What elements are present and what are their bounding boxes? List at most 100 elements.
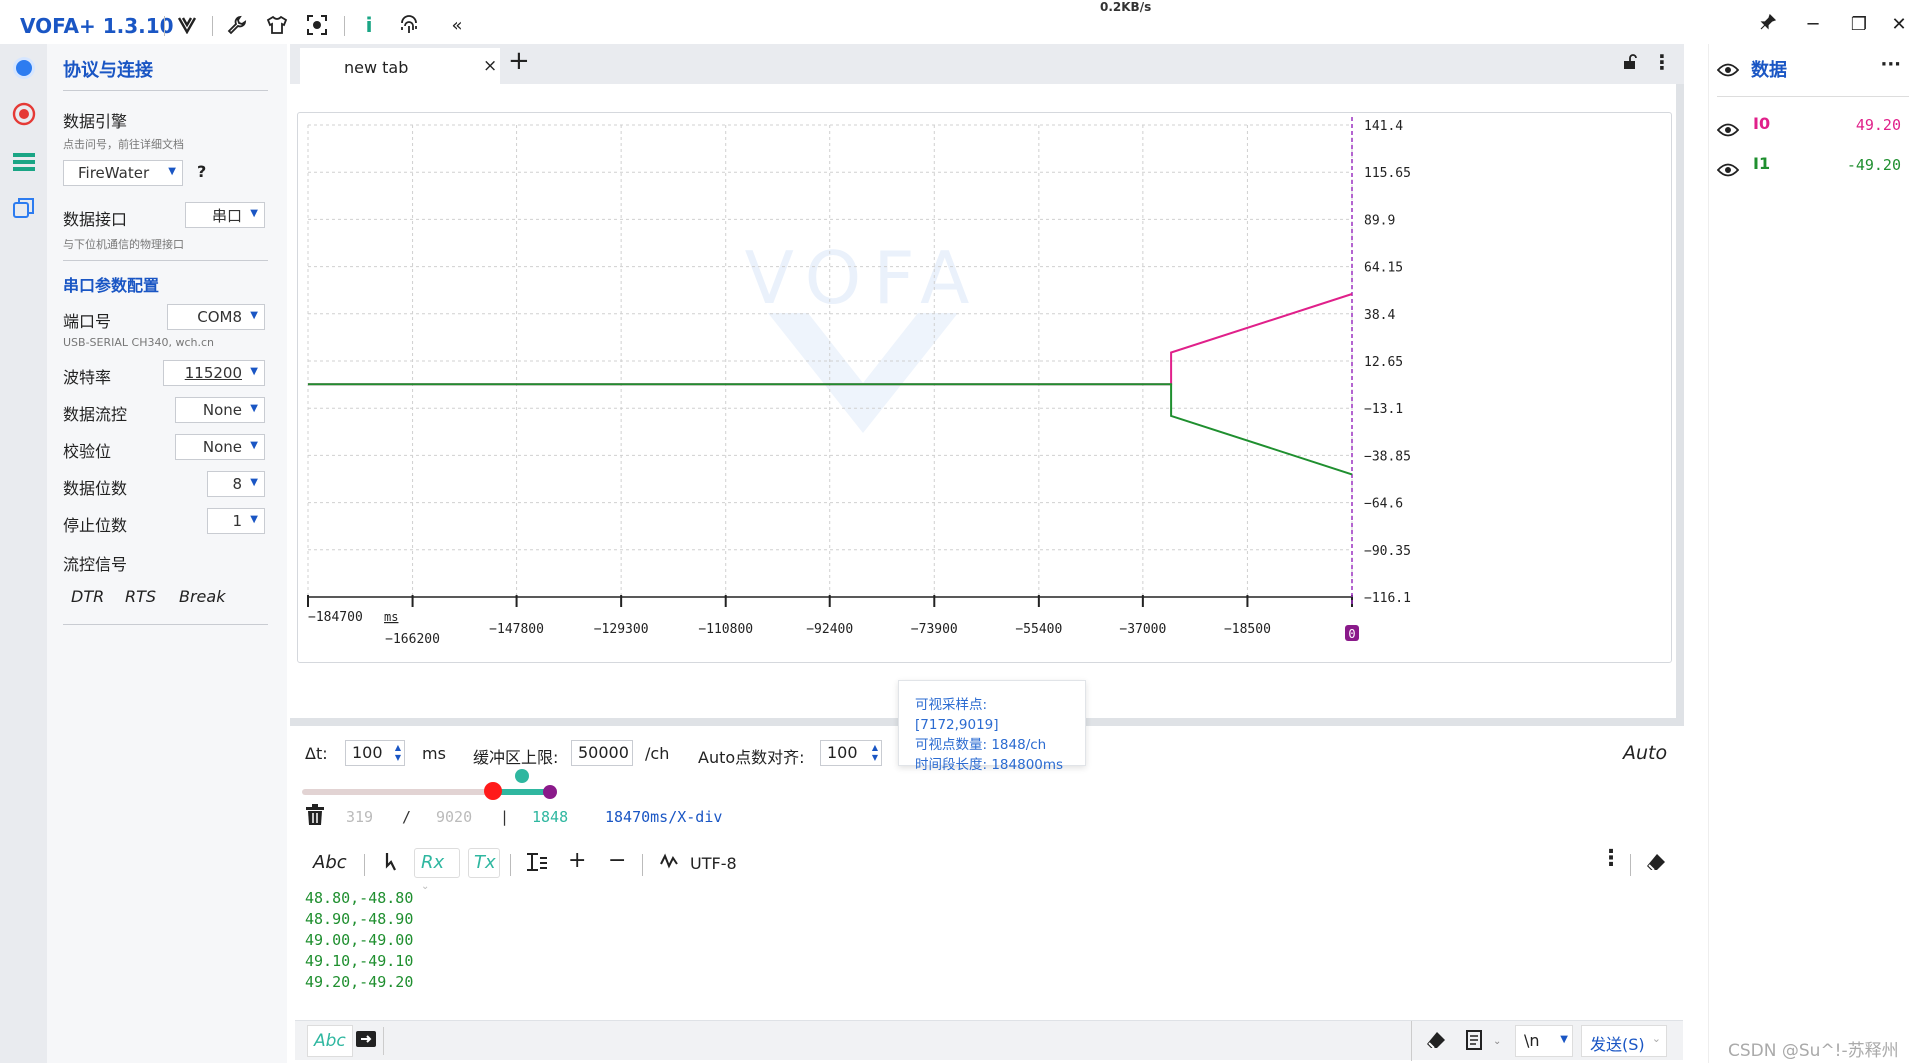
baud-select[interactable]: 115200 ▼	[163, 360, 265, 386]
serial-section-title: 串口参数配置	[63, 276, 160, 295]
stat-bar: |	[500, 808, 510, 826]
record-icon[interactable]	[10, 100, 38, 128]
trash-icon[interactable]	[305, 804, 325, 826]
minimize-button[interactable]: ─	[1800, 14, 1826, 38]
interface-hint: 与下位机通信的物理接口	[63, 238, 184, 251]
eraser-icon[interactable]	[1645, 852, 1667, 877]
spin-arrows-icon[interactable]: ▲ ▼	[395, 743, 401, 763]
newline-select[interactable]: \n ▼	[1515, 1025, 1573, 1057]
dt-input[interactable]: 100 ▲ ▼	[345, 740, 405, 766]
stat-visible: 1848	[532, 808, 569, 826]
rx-line: 48.80,-48.80	[305, 889, 414, 907]
y-tick-label: −64.6	[1364, 497, 1403, 512]
send-file-icon[interactable]	[355, 1029, 377, 1054]
chevron-down-icon: ▼	[250, 514, 258, 525]
slider-end-handle[interactable]	[543, 785, 557, 799]
waveform-icon[interactable]	[660, 852, 680, 875]
unlock-icon[interactable]	[1622, 54, 1638, 74]
chevron-down-icon: ▼	[168, 166, 176, 177]
spin-arrows-icon[interactable]: ▲ ▼	[872, 743, 878, 763]
tx-toggle[interactable]: Tx	[468, 848, 500, 878]
chart-canvas[interactable]: VOFA −184700 −166200 −147800 −129300 −110800 −…	[298, 113, 1673, 664]
channel-name[interactable]: I1	[1753, 154, 1770, 173]
eye-icon[interactable]	[1716, 162, 1740, 177]
eraser-icon[interactable]	[1425, 1030, 1447, 1055]
divider	[1411, 1021, 1412, 1061]
slider-start-handle[interactable]	[484, 782, 502, 800]
send-button[interactable]: 发送(S) ⌄	[1581, 1025, 1667, 1057]
close-button[interactable]: ✕	[1886, 14, 1912, 38]
eye-icon[interactable]	[1716, 62, 1740, 77]
slider-mid-handle[interactable]	[515, 769, 529, 783]
send-bar: Abc ⌄ \n ▼ 发送(S) ⌄	[295, 1020, 1683, 1061]
port-select[interactable]: COM8 ▼	[167, 304, 265, 330]
x-tick-label: −129300	[594, 622, 649, 637]
y-tick-label: 12.65	[1364, 355, 1403, 370]
break-button[interactable]: Break	[179, 587, 225, 606]
flow-select[interactable]: None ▼	[175, 397, 265, 423]
data-panel-title: 数据	[1751, 60, 1787, 81]
flow-value: None	[202, 401, 242, 419]
connection-icon[interactable]	[10, 54, 38, 82]
databits-label: 数据位数	[63, 479, 128, 498]
zoom-in-button[interactable]: +	[568, 848, 586, 873]
text-format-icon[interactable]	[526, 852, 548, 877]
collapse-icon[interactable]: «	[444, 12, 470, 38]
stopbits-value: 1	[232, 512, 242, 530]
zoom-out-button[interactable]: −	[608, 848, 626, 873]
interface-select[interactable]: 串口 ▼	[185, 202, 265, 228]
baud-label: 波特率	[63, 368, 112, 387]
tab-close-icon[interactable]: ×	[483, 56, 497, 76]
engine-select[interactable]: FireWater ▼	[63, 160, 183, 186]
buffer-input[interactable]: 50000	[571, 740, 633, 766]
fingerprint-icon[interactable]	[396, 12, 422, 38]
data-panel: 数据 ··· I0 49.20 I1 -49.20	[1708, 44, 1913, 1063]
waveform-chart[interactable]: VOFA −184700 −166200 −147800 −129300 −110800 −…	[297, 112, 1672, 663]
cursor-icon[interactable]	[384, 852, 400, 877]
stopbits-select[interactable]: 1 ▼	[207, 508, 265, 534]
rx-toggle[interactable]: Rx ⌄	[414, 848, 460, 892]
vertical-scrollbar[interactable]	[1676, 84, 1684, 720]
x-tick-label: −147800	[489, 622, 544, 637]
x-tick-label: −73900	[911, 622, 958, 637]
help-button[interactable]: ?	[197, 162, 206, 181]
parity-select[interactable]: None ▼	[175, 434, 265, 460]
vofa-logo-icon[interactable]	[174, 12, 200, 38]
x-tick-label: −110800	[698, 622, 753, 637]
stat-total: 9020	[436, 808, 473, 826]
y-tick-label: 64.15	[1364, 261, 1403, 276]
dtr-button[interactable]: DTR	[71, 587, 104, 606]
y-tick-label: −13.1	[1364, 402, 1403, 417]
send-format-button[interactable]: Abc	[307, 1025, 353, 1057]
send-format-label: Abc	[314, 1031, 346, 1051]
document-icon[interactable]	[1465, 1030, 1483, 1055]
more-horizontal-icon[interactable]: ···	[1880, 54, 1901, 75]
info-icon[interactable]: i	[356, 12, 382, 38]
auto-toggle[interactable]: Auto	[1623, 742, 1667, 764]
tooltip-line: 可视采样点: [7172,9019]	[915, 697, 999, 733]
restore-button[interactable]: ❐	[1846, 14, 1872, 38]
add-tab-button[interactable]: +	[508, 46, 530, 76]
rts-button[interactable]: RTS	[125, 587, 156, 606]
toolbar-separator	[212, 16, 213, 36]
rx-data-log[interactable]: 48.80,-48.80 48.90,-48.90 49.00,-49.00 4…	[305, 888, 413, 993]
tab-new-tab[interactable]: new tab ×	[300, 48, 500, 84]
more-vertical-icon[interactable]: ⋮	[1652, 50, 1672, 74]
more-vertical-icon[interactable]: ⋮	[1600, 846, 1622, 871]
text-mode-button[interactable]: Abc	[313, 852, 347, 873]
pin-icon[interactable]	[1755, 13, 1781, 38]
encoding-select[interactable]: UTF-8	[690, 854, 737, 873]
engine-value: FireWater	[78, 164, 150, 182]
windows-icon[interactable]	[10, 194, 38, 222]
shirt-icon[interactable]	[264, 12, 290, 38]
capture-icon[interactable]	[304, 12, 330, 38]
port-value: COM8	[197, 308, 242, 326]
channel-name[interactable]: I0	[1753, 114, 1770, 133]
channel-value: 49.20	[1855, 116, 1901, 134]
databits-select[interactable]: 8 ▼	[207, 471, 265, 497]
align-input[interactable]: 100 ▲ ▼	[820, 740, 882, 766]
chevron-down-icon[interactable]: ⌄	[1493, 1036, 1501, 1047]
wrench-icon[interactable]	[224, 12, 250, 38]
eye-icon[interactable]	[1716, 122, 1740, 137]
list-icon[interactable]	[10, 148, 38, 176]
